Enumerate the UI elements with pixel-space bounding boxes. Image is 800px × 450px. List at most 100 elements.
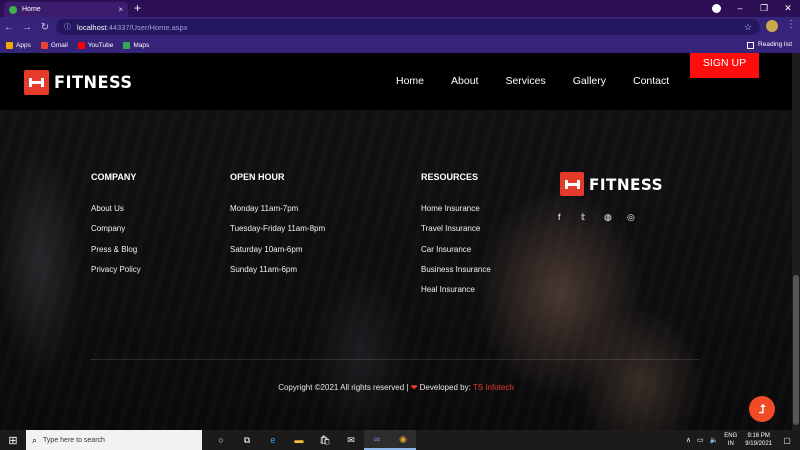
language-indicator[interactable]: ENG IN: [724, 432, 737, 448]
bookmark-star-icon[interactable]: ☆: [744, 22, 752, 33]
tab-home[interactable]: Home ×: [4, 2, 128, 17]
browser-menu-icon[interactable]: ⋮: [786, 19, 796, 30]
favicon-icon: [9, 5, 17, 14]
notifications-icon[interactable]: ▢: [780, 436, 794, 445]
page-scrollbar[interactable]: [792, 53, 800, 430]
tab-title: Home: [22, 6, 41, 13]
window-controls: – ❐ ✕: [728, 0, 800, 17]
twitter-icon[interactable]: 𝕥: [581, 212, 604, 223]
footer-link-car-insurance[interactable]: Car Insurance: [421, 245, 491, 265]
lang-region: IN: [727, 441, 734, 447]
footer-link-privacy-policy[interactable]: Privacy Policy: [91, 265, 141, 285]
footer-divider: [90, 359, 700, 360]
close-window-button[interactable]: ✕: [776, 0, 800, 17]
cortana-icon[interactable]: ○: [208, 430, 234, 450]
show-hidden-icons-icon[interactable]: ∧: [686, 436, 691, 444]
scroll-to-top-button[interactable]: ⮥: [749, 396, 775, 422]
brand-name: FITNESS: [54, 72, 133, 93]
clock-time: 9:16 PM: [747, 433, 770, 439]
hours-sunday: Sunday 11am-6pm: [230, 264, 297, 274]
facebook-icon[interactable]: f: [558, 212, 581, 223]
resources-list: Home Insurance Travel Insurance Car Insu…: [421, 204, 491, 305]
maps-icon: [123, 41, 131, 49]
profile-avatar[interactable]: [766, 20, 778, 32]
footer-link-business-insurance[interactable]: Business Insurance: [421, 265, 491, 285]
globe-icon[interactable]: ◍: [604, 212, 627, 223]
developer-link[interactable]: TS Infotech: [473, 383, 514, 392]
search-icon: ⌕: [32, 434, 38, 445]
site-navbar: FITNESS Home About Services Gallery Cont…: [0, 53, 792, 110]
restore-button[interactable]: ❐: [752, 0, 776, 17]
hours-monday: Monday 11am-7pm: [230, 204, 299, 213]
back-arrow-icon[interactable]: ←: [0, 22, 18, 33]
edge-icon[interactable]: e: [260, 430, 286, 450]
footer-link-press-blog[interactable]: Press & Blog: [91, 245, 141, 265]
nav-gallery[interactable]: Gallery: [573, 75, 606, 87]
web-page: FITNESS Home About Services Gallery Cont…: [0, 53, 800, 430]
bookmark-youtube[interactable]: YouTube: [77, 41, 114, 49]
copyright-line: Copyright ©2021 All rights reserved | ❤ …: [0, 383, 792, 392]
footer-link-company[interactable]: Company: [91, 224, 141, 244]
url-path: :44337/User/Home.aspx: [106, 22, 188, 32]
heart-icon: ❤: [410, 383, 418, 392]
chrome-icon[interactable]: ◉: [390, 430, 416, 450]
scrollbar-thumb[interactable]: [793, 275, 799, 425]
search-placeholder: Type here to search: [43, 436, 105, 444]
media-indicator-icon[interactable]: [712, 4, 721, 13]
social-links: f 𝕥 ◍ ◎: [558, 212, 650, 223]
reading-list-button[interactable]: Reading list: [747, 37, 792, 53]
gmail-icon: [40, 41, 48, 49]
info-icon[interactable]: ⓘ: [64, 22, 71, 32]
footer-link-about-us[interactable]: About Us: [91, 204, 141, 224]
clock[interactable]: 9:16 PM 9/19/2021: [745, 432, 772, 448]
bookmark-label: Maps: [133, 41, 150, 49]
tab-close-icon[interactable]: ×: [118, 5, 123, 14]
bookmarks-bar: Apps Gmail YouTube Maps Reading list: [0, 37, 800, 53]
volume-icon[interactable]: 🔈: [710, 436, 719, 444]
new-tab-button[interactable]: +: [134, 2, 141, 15]
open-hour-list: Monday 11am-7pm Tuesday-Friday 11am-8pm …: [230, 204, 325, 285]
windows-start-icon[interactable]: ⊞: [0, 434, 26, 447]
url-input[interactable]: ⓘ localhost :44337/User/Home.aspx ☆: [56, 19, 760, 35]
task-view-icon[interactable]: ⧉: [234, 430, 260, 450]
hours-tuesday-friday: Tuesday-Friday 11am-8pm: [230, 224, 326, 234]
url-host: localhost: [77, 22, 107, 32]
windows-taskbar: ⊞ ⌕ Type here to search ○ ⧉ e ▬ 🛍 ✉ ∞ ◉ …: [0, 430, 800, 450]
instagram-icon[interactable]: ◎: [627, 212, 650, 223]
footer-link-heal-insurance[interactable]: Heal Insurance: [421, 285, 491, 305]
bookmark-apps[interactable]: Apps: [6, 41, 31, 49]
reading-list-label: Reading list: [758, 41, 792, 48]
mail-icon[interactable]: ✉: [338, 430, 364, 450]
nav-home[interactable]: Home: [396, 75, 424, 87]
system-tray: ∧ ▭ 🔈 ENG IN 9:16 PM 9/19/2021 ▢: [686, 430, 800, 450]
nav-contact[interactable]: Contact: [633, 75, 669, 87]
minimize-button[interactable]: –: [728, 0, 752, 17]
hours-saturday: Saturday 10am-6pm: [230, 244, 303, 254]
address-bar: ← → ↻ ⓘ localhost :44337/User/Home.aspx …: [0, 17, 800, 37]
dumbbell-icon: [24, 70, 49, 95]
company-heading: COMPANY: [91, 172, 137, 182]
taskbar-apps: ○ ⧉ e ▬ 🛍 ✉ ∞ ◉: [208, 430, 416, 450]
nav-about[interactable]: About: [451, 75, 478, 87]
reload-icon[interactable]: ↻: [36, 22, 54, 33]
resources-heading: RESOURCES: [421, 172, 479, 182]
reading-list-icon: [747, 41, 755, 49]
nav-menu: Home About Services Gallery Contact: [396, 75, 669, 87]
battery-icon[interactable]: ▭: [697, 436, 704, 444]
browser-tab-bar: Home × + – ❐ ✕: [0, 0, 800, 17]
footer-link-travel-insurance[interactable]: Travel Insurance: [421, 224, 491, 244]
footer-logo[interactable]: FITNESS: [560, 172, 667, 196]
signup-button[interactable]: SIGN UP: [690, 53, 759, 78]
bookmark-gmail[interactable]: Gmail: [40, 41, 68, 49]
nav-services[interactable]: Services: [505, 75, 545, 87]
bookmark-label: YouTube: [87, 41, 114, 49]
site-logo[interactable]: FITNESS: [24, 70, 137, 95]
store-icon[interactable]: 🛍: [312, 430, 338, 450]
file-explorer-icon[interactable]: ▬: [286, 430, 312, 450]
footer-link-home-insurance[interactable]: Home Insurance: [421, 204, 491, 224]
open-hour-heading: OPEN HOUR: [230, 172, 285, 182]
bookmark-maps[interactable]: Maps: [123, 41, 150, 49]
visual-studio-icon[interactable]: ∞: [364, 430, 390, 450]
taskbar-search-box[interactable]: ⌕ Type here to search: [26, 430, 202, 450]
forward-arrow-icon[interactable]: →: [18, 22, 36, 33]
